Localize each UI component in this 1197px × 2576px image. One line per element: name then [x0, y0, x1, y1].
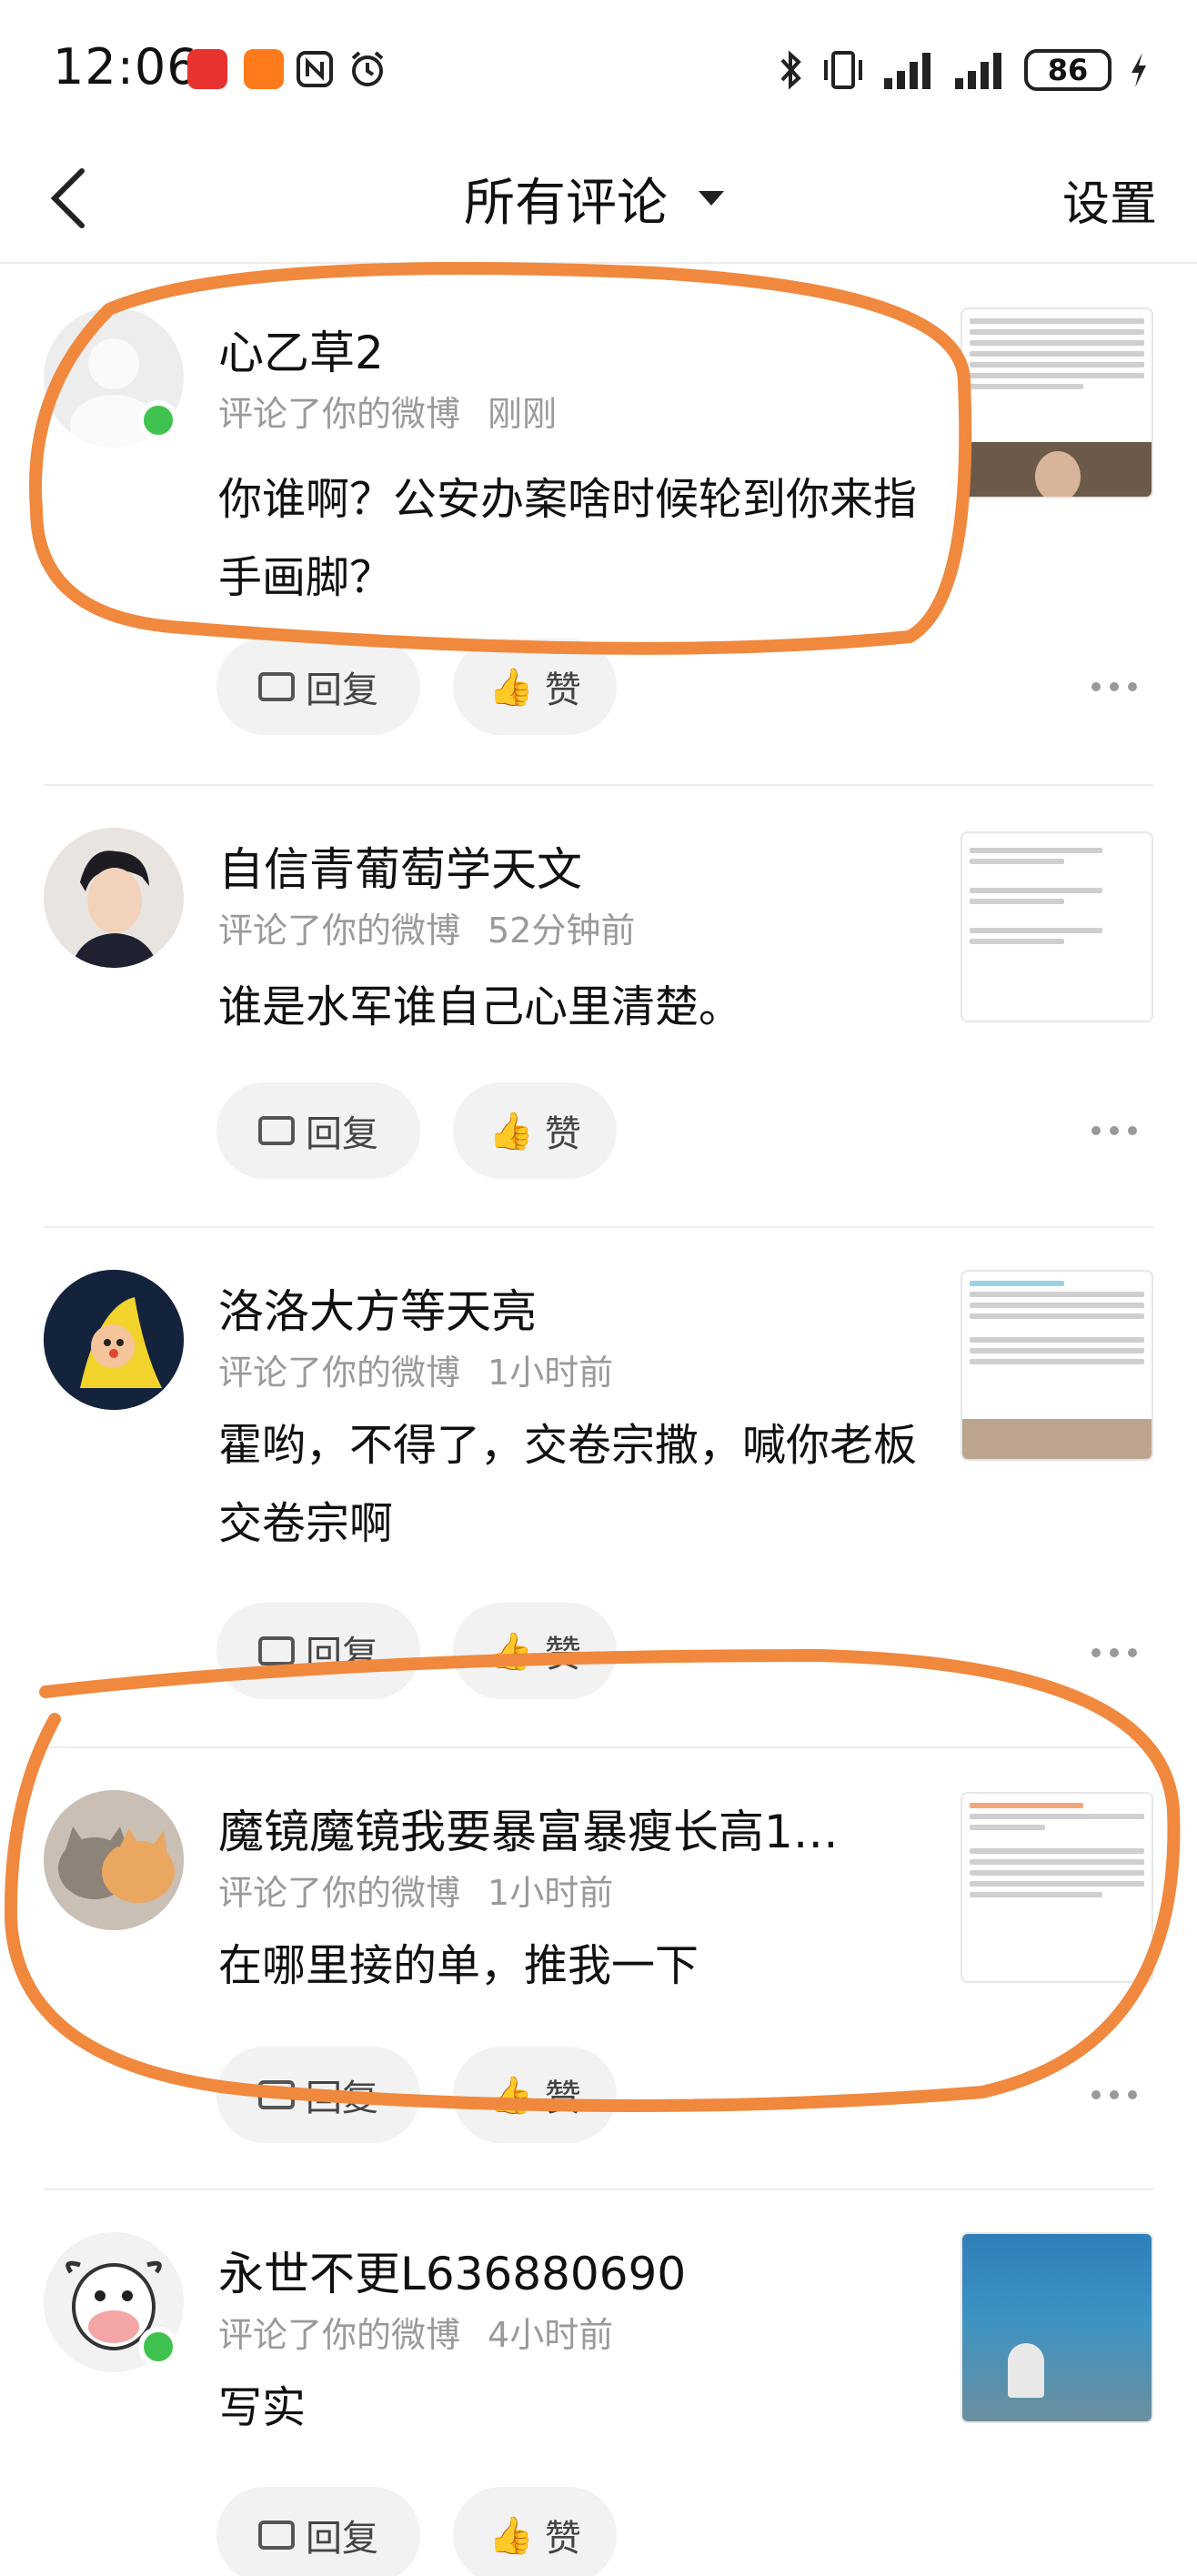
comment-item: 自信青葡萄学天文 评论了你的微博 52分钟前 谁是水军谁自己心里清楚。 回复 👍 赞 — [0, 786, 1197, 1226]
more-options-icon[interactable] — [1091, 1648, 1137, 1659]
comment-text: 谁是水军谁自己心里清楚。 — [218, 981, 743, 1032]
comment-action: 评论了你的微博 — [218, 911, 461, 951]
comment-item: 洛洛大方等天亮 评论了你的微博 1小时前 霍哟，不得了，交卷宗撒，喊你老板交卷宗啊… — [0, 1228, 1197, 1746]
status-bar: 12:06 86 — [0, 0, 1197, 136]
back-arrow-icon[interactable] — [40, 162, 104, 235]
comment-meta: 评论了你的微博 52分钟前 — [218, 902, 635, 952]
reply-button[interactable]: 回复 — [216, 2487, 420, 2576]
comment-time: 52分钟前 — [488, 911, 636, 951]
comment-action: 评论了你的微博 — [218, 1353, 461, 1393]
comment-username[interactable]: 永世不更L636880690 — [218, 2238, 686, 2303]
caret-down-icon[interactable] — [693, 180, 729, 216]
comment-text: 霍哟，不得了，交卷宗撒，喊你老板交卷宗啊 — [218, 1420, 918, 1549]
comment-time: 刚刚 — [488, 394, 558, 434]
comment-meta: 评论了你的微博 1小时前 — [218, 1344, 613, 1394]
comment-username[interactable]: 自信青葡萄学天文 — [218, 833, 582, 899]
like-label: 赞 — [544, 1113, 581, 1155]
reply-button[interactable]: 回复 — [216, 2047, 420, 2143]
more-options-icon[interactable] — [1091, 682, 1137, 693]
comment-item: 心乙草2 评论了你的微博 刚刚 你谁啊？公安办案啥时候轮到你来指手画脚？ 回复 👍… — [0, 264, 1197, 784]
like-label: 赞 — [544, 669, 581, 711]
comment-username[interactable]: 洛洛大方等天亮 — [218, 1275, 537, 1341]
top-nav: 所有评论 设置 — [0, 136, 1197, 264]
comment-text: 写实 — [218, 2382, 307, 2433]
reply-button[interactable]: 回复 — [216, 1603, 420, 1699]
like-button[interactable]: 👍 赞 — [453, 1603, 617, 1699]
comment-bubble-icon — [258, 2080, 295, 2109]
avatar-image — [44, 1790, 184, 1930]
like-button[interactable]: 👍 赞 — [453, 1082, 617, 1179]
comment-meta: 评论了你的微博 刚刚 — [218, 386, 557, 436]
comment-username[interactable]: 心乙草2 — [218, 317, 384, 382]
weibo-thumbnail[interactable] — [961, 307, 1153, 498]
weibo-thumbnail[interactable] — [961, 1792, 1153, 1983]
online-indicator — [138, 2327, 178, 2367]
charging-icon — [1132, 53, 1146, 87]
reply-button[interactable]: 回复 — [216, 1082, 420, 1179]
like-button[interactable]: 👍 赞 — [453, 2047, 617, 2143]
huawei-store-icon — [187, 49, 227, 89]
comment-time: 1小时前 — [488, 1873, 614, 1913]
comment-bubble-icon — [258, 1116, 295, 1145]
avatar[interactable] — [44, 1790, 184, 1930]
thumbs-up-icon: 👍 — [488, 666, 534, 709]
like-label: 赞 — [544, 1634, 581, 1675]
app-icon — [244, 49, 284, 89]
reply-label: 回复 — [306, 669, 378, 711]
comment-username[interactable]: 魔镜魔镜我要暴富暴瘦长高1… — [218, 1796, 839, 1861]
reply-label: 回复 — [306, 2078, 378, 2119]
reply-button[interactable]: 回复 — [216, 639, 420, 735]
reply-label: 回复 — [306, 2518, 378, 2560]
vibrate-icon — [824, 51, 862, 89]
weibo-thumbnail[interactable] — [961, 2232, 1153, 2423]
reply-label: 回复 — [306, 1113, 378, 1155]
avatar[interactable] — [44, 828, 184, 968]
comment-time: 1小时前 — [488, 1353, 614, 1393]
avatar-image — [44, 828, 184, 968]
bluetooth-icon — [780, 50, 801, 90]
status-right: 86 — [777, 47, 1150, 93]
comments-filter-title[interactable]: 所有评论 — [464, 162, 668, 236]
comment-text: 你谁啊？公安办案啥时候轮到你来指手画脚？ — [218, 474, 918, 603]
thumbs-up-icon: 👍 — [488, 2074, 534, 2117]
more-options-icon[interactable] — [1091, 1126, 1137, 1137]
comment-meta: 评论了你的微博 1小时前 — [218, 1865, 613, 1915]
online-indicator — [138, 400, 178, 440]
comment-action: 评论了你的微博 — [218, 2315, 461, 2355]
reply-label: 回复 — [306, 1634, 378, 1675]
weibo-thumbnail[interactable] — [961, 831, 1153, 1022]
like-button[interactable]: 👍 赞 — [453, 639, 617, 735]
comment-meta: 评论了你的微博 4小时前 — [218, 2307, 613, 2357]
thumbs-up-icon: 👍 — [488, 1110, 534, 1152]
nfc-icon — [297, 51, 333, 87]
clock: 12:06 — [53, 38, 199, 96]
thumbs-up-icon: 👍 — [488, 2514, 534, 2557]
thumbs-up-icon: 👍 — [488, 1630, 534, 1673]
like-button[interactable]: 👍 赞 — [453, 2487, 617, 2576]
comment-bubble-icon — [258, 1636, 295, 1665]
like-label: 赞 — [544, 2078, 581, 2119]
battery-indicator: 86 — [1024, 49, 1112, 91]
avatar[interactable] — [44, 1270, 184, 1410]
signal-icon — [955, 53, 1001, 89]
comment-bubble-icon — [258, 672, 295, 701]
comment-time: 4小时前 — [488, 2315, 614, 2355]
alarm-icon — [351, 51, 384, 86]
comment-item: 魔镜魔镜我要暴富暴瘦长高1… 评论了你的微博 1小时前 在哪里接的单，推我一下 回… — [0, 1748, 1197, 2189]
more-options-icon[interactable] — [1091, 2090, 1137, 2101]
signal-icon — [884, 53, 930, 89]
weibo-thumbnail[interactable] — [961, 1270, 1153, 1461]
comment-bubble-icon — [258, 2521, 295, 2550]
comment-item: 永世不更L636880690 评论了你的微博 4小时前 写实 回复 👍 赞 — [0, 2190, 1197, 2576]
comment-action: 评论了你的微博 — [218, 394, 461, 434]
like-label: 赞 — [544, 2518, 581, 2560]
comment-text: 在哪里接的单，推我一下 — [218, 1940, 699, 1991]
comment-action: 评论了你的微博 — [218, 1873, 461, 1913]
settings-button[interactable]: 设置 — [1062, 166, 1157, 234]
avatar-image — [44, 1270, 184, 1410]
